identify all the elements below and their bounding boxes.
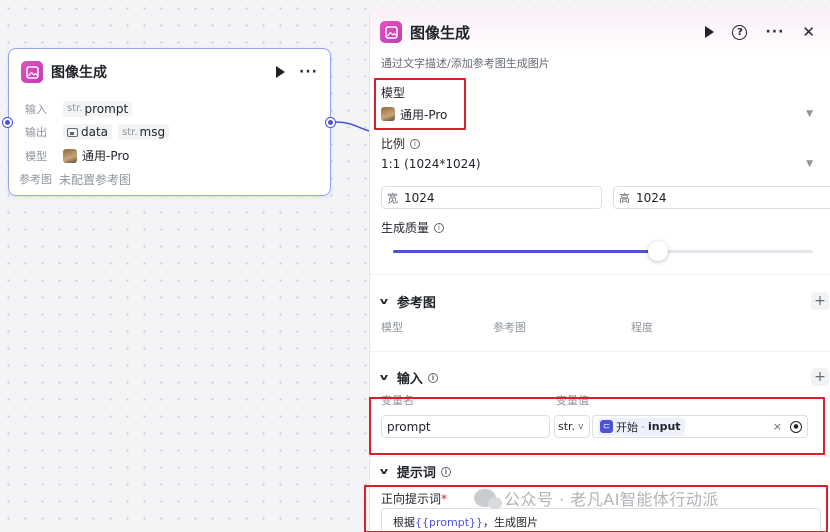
ref-label: 参考图 xyxy=(19,173,52,187)
model-label: 模型 xyxy=(25,149,47,163)
help-icon[interactable]: ? xyxy=(732,24,748,40)
model-avatar xyxy=(63,148,77,163)
node-ref-row: 参考图 未配置参考图 xyxy=(19,168,320,192)
output-port[interactable] xyxy=(326,118,335,127)
image-gen-app-icon xyxy=(21,61,43,83)
inputs-section-title: 输入 xyxy=(396,372,423,387)
info-icon[interactable]: i xyxy=(410,138,421,149)
quality-slider-fill xyxy=(393,250,658,253)
more-icon[interactable]: ··· xyxy=(765,24,784,40)
ratio-select-value: 1:1 (1024*1024) xyxy=(381,157,481,171)
ratio-label-text: 比例 xyxy=(381,137,406,151)
chevron-down-icon: ▼ xyxy=(806,159,813,169)
height-prefix: 高 xyxy=(619,191,630,205)
height-input[interactable]: 高 1024 xyxy=(613,186,830,209)
chevron-down-icon: v xyxy=(379,296,389,307)
input-port[interactable] xyxy=(3,118,12,127)
inputs-section-header[interactable]: v 输入 i xyxy=(379,368,438,387)
ref-col-degree: 程度 xyxy=(631,321,653,334)
image-gen-app-icon xyxy=(380,21,402,43)
reference-section-header[interactable]: v 参考图 xyxy=(379,292,436,311)
run-node-icon[interactable] xyxy=(276,66,286,78)
image-gen-node[interactable]: 图像生成 ··· 输入 str. prompt 输出 data str. msg 模… xyxy=(8,48,331,196)
close-icon[interactable]: ✕ xyxy=(802,23,815,41)
chevron-down-icon: v xyxy=(379,372,389,383)
output-data-chip: data xyxy=(63,124,113,141)
quality-slider[interactable] xyxy=(393,241,813,261)
prompt-section-title: 提示词 xyxy=(396,466,436,481)
divider xyxy=(370,274,830,275)
width-input[interactable]: 宽 1024 xyxy=(381,186,602,209)
chevron-down-icon: v xyxy=(379,466,389,477)
more-icon[interactable]: ··· xyxy=(299,64,318,80)
quality-field-label: 生成质量 i xyxy=(381,219,445,236)
divider xyxy=(370,351,830,352)
height-value: 1024 xyxy=(636,190,667,205)
highlight-model xyxy=(374,78,466,130)
panel-title: 图像生成 xyxy=(410,23,471,42)
width-value: 1024 xyxy=(404,190,435,205)
info-icon[interactable]: i xyxy=(440,466,451,477)
quality-slider-thumb[interactable] xyxy=(647,241,668,261)
wechat-icon xyxy=(474,489,502,509)
watermark: 公众号 · 老凡AI智能体行动派 xyxy=(474,486,719,510)
highlight-inputs xyxy=(369,397,825,455)
output-msg-name: msg xyxy=(139,125,166,140)
input-chip: str. prompt xyxy=(63,100,133,117)
output-msg-chip: str. msg xyxy=(118,124,170,141)
model-value: 通用-Pro xyxy=(82,149,130,164)
ref-col-image: 参考图 xyxy=(493,321,526,334)
panel-description: 通过文字描述/添加参考图生成图片 xyxy=(381,57,550,70)
inputs-label: 输入 xyxy=(25,102,47,116)
node-outputs-row: 输出 data str. msg xyxy=(25,121,320,145)
outputs-label: 输出 xyxy=(25,126,47,140)
node-inputs-row: 输入 str. prompt xyxy=(25,97,320,121)
quality-label-text: 生成质量 xyxy=(381,221,430,235)
ref-value: 未配置参考图 xyxy=(59,172,132,187)
info-icon[interactable]: i xyxy=(427,372,438,383)
node-model-row: 模型 通用-Pro xyxy=(25,144,320,168)
divider xyxy=(370,456,830,457)
ref-col-model: 模型 xyxy=(381,321,403,334)
width-prefix: 宽 xyxy=(387,191,398,205)
type-tag: str. xyxy=(122,126,138,138)
prompt-section-header[interactable]: v 提示词 i xyxy=(379,462,451,481)
chevron-down-icon: ▼ xyxy=(806,109,813,119)
input-name: prompt xyxy=(84,101,129,116)
type-tag: str. xyxy=(67,103,83,115)
ratio-field-label: 比例 i xyxy=(381,135,829,152)
run-icon[interactable] xyxy=(705,26,715,38)
image-icon xyxy=(67,127,78,137)
watermark-text: 公众号 · 老凡AI智能体行动派 xyxy=(504,490,719,509)
add-input-button[interactable]: + xyxy=(811,368,829,386)
node-title: 图像生成 xyxy=(51,65,107,81)
reference-section-title: 参考图 xyxy=(396,296,436,311)
add-reference-button[interactable]: + xyxy=(811,292,829,310)
info-icon[interactable]: i xyxy=(434,222,445,233)
ratio-select[interactable]: 1:1 (1024*1024) ▼ xyxy=(381,152,829,176)
output-data-name: data xyxy=(81,125,109,140)
